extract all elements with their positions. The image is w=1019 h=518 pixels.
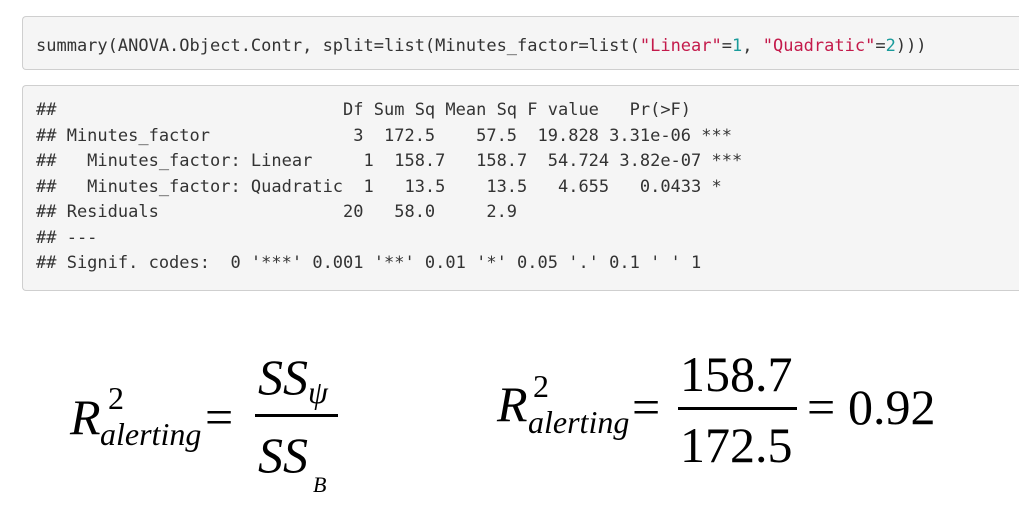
code-text: = xyxy=(875,36,886,56)
denominator-ss: SS xyxy=(258,427,308,483)
code-output-block: ## Df Sum Sq Mean Sq F value Pr(>F) ## M… xyxy=(22,85,1019,291)
number-literal: 2 xyxy=(885,36,896,56)
superscript-2: 2 xyxy=(533,368,549,404)
string-literal: "Quadratic" xyxy=(762,36,876,56)
subscript-alerting: alerting xyxy=(100,416,202,452)
output-line: ## Minutes_factor: Linear 1 158.7 158.7 … xyxy=(36,151,743,171)
output-line: ## Minutes_factor: Quadratic 1 13.5 13.5… xyxy=(36,176,743,197)
equals-sign: = xyxy=(632,379,661,435)
output-line: ## Signif. codes: 0 '***' 0.001 '**' 0.0… xyxy=(36,253,702,273)
numerator-ss: SS xyxy=(258,349,308,405)
denominator-subscript-b: B xyxy=(313,472,327,497)
r-symbol: R xyxy=(497,376,528,432)
equals-sign: = xyxy=(205,389,234,445)
numerator-value: 158.7 xyxy=(680,346,793,402)
equals-sign-2: = xyxy=(807,379,836,435)
output-line: ## Minutes_factor 3 172.5 57.5 19.828 3.… xyxy=(36,125,732,146)
output-line: ## Df Sum Sq Mean Sq F value Pr(>F) xyxy=(36,100,732,120)
r-symbol: R xyxy=(70,389,101,445)
code-text: , xyxy=(742,36,763,56)
string-literal: "Linear" xyxy=(639,36,722,56)
number-literal: 1 xyxy=(732,36,743,56)
code-line: summary(ANOVA.Object.Contr, split=list(M… xyxy=(36,34,927,58)
code-text: = xyxy=(721,36,732,56)
numerator-subscript-psi: ψ xyxy=(308,374,328,410)
fraction-bar xyxy=(678,407,797,410)
subscript-alerting: alerting xyxy=(528,404,630,440)
superscript-2: 2 xyxy=(108,380,124,416)
result-value: 0.92 xyxy=(848,379,936,435)
denominator-value: 172.5 xyxy=(680,417,793,473)
output-line: ## Residuals 20 58.0 2.9 xyxy=(36,202,732,222)
code-input-block: summary(ANOVA.Object.Contr, split=list(M… xyxy=(22,16,1019,70)
code-text: ))) xyxy=(895,36,927,56)
code-text: summary(ANOVA.Object.Contr, split=list(M… xyxy=(36,36,640,56)
fraction-bar xyxy=(255,414,338,417)
anova-output: ## Df Sum Sq Mean Sq F value Pr(>F) ## M… xyxy=(36,98,742,277)
output-line: ## --- xyxy=(36,227,98,248)
